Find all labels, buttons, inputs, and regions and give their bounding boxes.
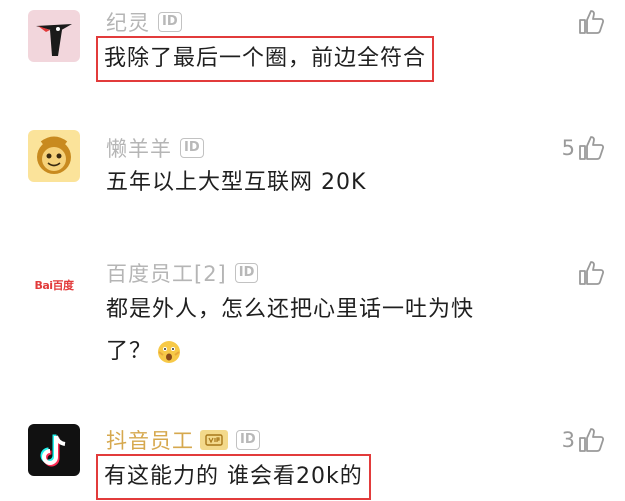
- thumbs-up-icon: [579, 10, 605, 34]
- goat-face-icon: [37, 136, 71, 174]
- thumbs-up-icon: [579, 136, 605, 160]
- comment-item: 纪灵 ID 我除了最后一个圈，前边全符合: [0, 0, 625, 110]
- baidu-logo: Bai百度: [34, 279, 74, 292]
- comment-text: 五年以上大型互联网 20K: [106, 170, 367, 195]
- user-name[interactable]: 懒羊羊: [106, 133, 172, 163]
- user-name[interactable]: 抖音员工: [106, 425, 194, 455]
- like-count: 5: [561, 136, 575, 160]
- user-name[interactable]: 百度员工[2]: [106, 258, 227, 288]
- comment-text-line-1: 都是外人，怎么还把心里话一吐为快: [106, 297, 475, 322]
- avatar-lazy-goat[interactable]: [28, 130, 80, 182]
- id-badge: ID: [158, 12, 182, 32]
- comment-item: Bai百度 百度员工[2] ID 都是外人，怎么还把心里话一吐为快 了？: [0, 245, 625, 395]
- avatar-woodpecker[interactable]: [28, 10, 80, 62]
- shocked-face-emoji-icon: [158, 341, 181, 363]
- name-row: 懒羊羊 ID: [106, 134, 204, 162]
- like-count: 3: [561, 428, 575, 452]
- avatar-douyin[interactable]: [28, 424, 80, 476]
- comment-text-line-2-text: 了？: [106, 339, 153, 364]
- thumbs-up-icon: [579, 261, 605, 285]
- thumbs-up-icon: [579, 428, 605, 452]
- avatar-baidu[interactable]: Bai百度: [28, 259, 80, 311]
- tiktok-logo-icon: [40, 434, 66, 467]
- like-button[interactable]: [575, 259, 605, 287]
- comment-item: 抖音员工 ID 有这能力的 谁会看20k的 3: [0, 410, 625, 501]
- name-row: 百度员工[2] ID: [106, 258, 259, 288]
- woodpecker-icon: [36, 24, 72, 56]
- user-name[interactable]: 纪灵: [106, 7, 150, 37]
- comment-item: 懒羊羊 ID 五年以上大型互联网 20K 5: [0, 120, 625, 230]
- like-button[interactable]: 3: [562, 426, 605, 454]
- comment-text-line-2: 了？: [106, 331, 182, 373]
- id-badge: ID: [180, 138, 204, 158]
- comment-text: 有这能力的 谁会看20k的: [96, 454, 371, 500]
- name-row: 抖音员工 ID: [106, 426, 260, 454]
- comment-text: 我除了最后一个圈，前边全符合: [96, 36, 435, 82]
- name-row: 纪灵 ID: [106, 8, 182, 36]
- id-badge: ID: [236, 430, 260, 450]
- id-badge: ID: [234, 263, 259, 283]
- vip-badge-icon: [200, 430, 228, 450]
- like-button[interactable]: 5: [562, 134, 605, 162]
- like-button[interactable]: [575, 8, 605, 36]
